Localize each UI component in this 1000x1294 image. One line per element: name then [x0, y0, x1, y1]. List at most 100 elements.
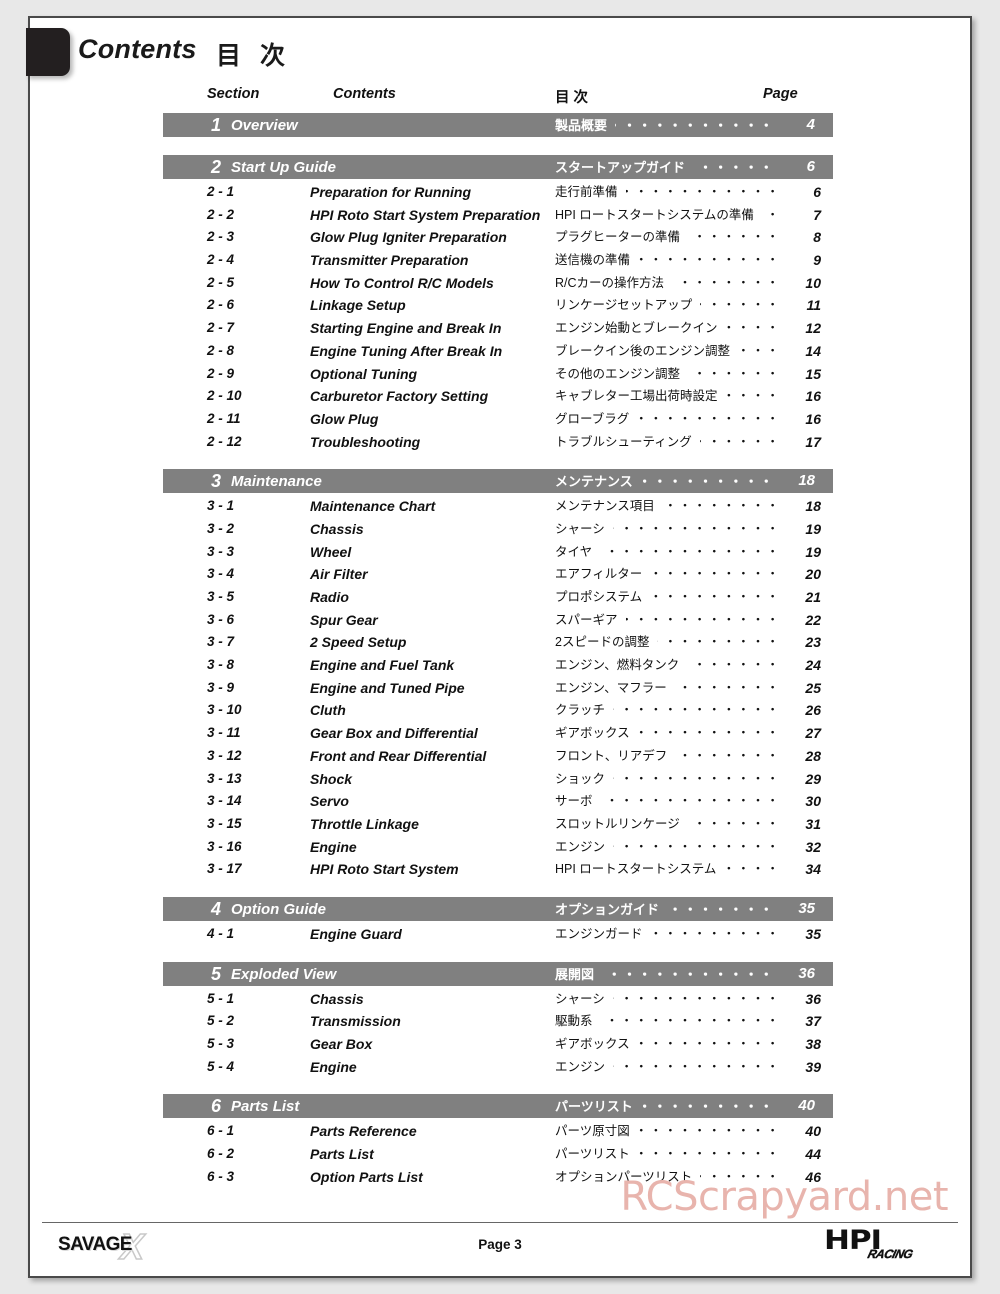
- entry-title: Maintenance Chart: [310, 498, 436, 515]
- toc-entry-row[interactable]: 3 - 17 HPI Roto Start System HPI ロートスタートシス…: [163, 858, 833, 881]
- entry-title: Cluth: [310, 702, 346, 719]
- hpi-racing-logo: HPI RACING: [824, 1225, 944, 1263]
- toc-entry-row[interactable]: 3 - 9 Engine and Tuned Pipe エンジン、マフラー ・・・・・…: [163, 677, 833, 700]
- section-header-row[interactable]: 6 Parts List パーツリスト・・・・・・・・・・・・・・・・・・・・・・・…: [163, 1094, 833, 1119]
- toc-entry-row[interactable]: 3 - 3 Wheel タイヤ・・・・・・・・・・・・・・・・・・・・・・・・・・・…: [163, 541, 833, 564]
- racing-wordmark: RACING: [866, 1247, 915, 1261]
- toc-entry-row[interactable]: 2 - 8 Engine Tuning After Break In ブレークイン後…: [163, 340, 833, 363]
- toc-entry-row[interactable]: 3 - 10 Cluth クラッチ・・・・・・・・・・・・・・・・・・・・・・・・・…: [163, 699, 833, 722]
- entry-number: 5 - 1: [207, 990, 235, 1006]
- entry-page-number: 24: [805, 657, 821, 674]
- toc-entry-row[interactable]: 5 - 4 Engine エンジン・・・・・・・・・・・・・・・・・・・・・・・・・…: [163, 1056, 833, 1079]
- entry-title-japanese: スロットルリンケージ: [555, 816, 680, 831]
- toc-entry-row[interactable]: 3 - 5 Radio プロポシステム・・・・・・・・・・・・・・・・・・・・・・・…: [163, 586, 833, 609]
- toc-entry-row[interactable]: 3 - 16 Engine エンジン・・・・・・・・・・・・・・・・・・・・・・・・…: [163, 836, 833, 859]
- toc-entry-row[interactable]: 3 - 14 Servo サーボ・・・・・・・・・・・・・・・・・・・・・・・・・・…: [163, 790, 833, 813]
- toc-entry-row[interactable]: 6 - 2 Parts List パーツリスト・・・・・・・・・・・・・・・・・・・…: [163, 1143, 833, 1166]
- section-header-row[interactable]: 1 Overview 製品概要・・・・・・・・・・・・・・・・・・・・・・・・・・・…: [163, 113, 833, 137]
- entry-page-number: 6: [813, 184, 821, 200]
- toc-entry-row[interactable]: 6 - 1 Parts Reference パーツ原寸図・・・・・・・・・・・・・・…: [163, 1120, 833, 1143]
- entry-title-japanese: 走行前準備: [555, 185, 618, 199]
- entry-page-number: 11: [806, 297, 821, 314]
- toc-entry-row[interactable]: 3 - 13 Shock ショック・・・・・・・・・・・・・・・・・・・・・・・・・…: [163, 768, 833, 791]
- toc-entry-row[interactable]: 6 - 3 Option Parts List オプションパーツリスト・・・・・・・…: [163, 1166, 833, 1189]
- toc-entry-row[interactable]: 2 - 2 HPI Roto Start System Preparation HP…: [163, 204, 833, 227]
- section-header-row[interactable]: 2 Start Up Guide スタートアップガイド・・・・・・・・・・・・・・・…: [163, 155, 833, 179]
- section-title-japanese: 展開図: [555, 966, 595, 982]
- dot-leader: ・・・・・・・・・・・・・・・・・・・・・・・・・・・・・・・・・・・・・・・・: [600, 544, 781, 559]
- entry-title: Throttle Linkage: [310, 815, 419, 832]
- toc-entry-row[interactable]: 3 - 6 Spur Gear スパーギア・・・・・・・・・・・・・・・・・・・・・…: [163, 609, 833, 632]
- toc-entry-row[interactable]: 2 - 11 Glow Plug グローブラグ・・・・・・・・・・・・・・・・・・・…: [163, 408, 833, 431]
- toc-entry-row[interactable]: 2 - 3 Glow Plug Igniter Preparation プラグヒータ…: [163, 226, 833, 249]
- entry-number: 2 - 3: [207, 229, 235, 245]
- dot-leader: ・・・・・・・・・・・・・・・・・・・・・・・・・・・・・・・・・・・・・・・・: [687, 658, 781, 673]
- entry-number: 3 - 9: [207, 679, 235, 695]
- entry-title: Servo: [310, 793, 349, 810]
- entry-title: Shock: [310, 770, 353, 787]
- entry-title: Engine and Tuned Pipe: [310, 679, 465, 696]
- entry-page-number: 46: [805, 1168, 821, 1185]
- toc-entry-row[interactable]: 2 - 4 Transmitter Preparation 送信機の準備 ・・・・・・…: [163, 249, 833, 272]
- entry-title: Parts List: [310, 1146, 374, 1163]
- toc-entry-row[interactable]: 2 - 1 Preparation for Running 走行前準備 ・・・・・・・…: [163, 181, 833, 204]
- dot-leader: ・・・・・・・・・・・・・・・・・・・・・・・・・・・・・・・・・・・・・・・・: [613, 839, 781, 854]
- toc-entry-row[interactable]: 4 - 1 Engine Guard エンジンガード・・・・・・・・・・・・・・・・…: [163, 923, 833, 946]
- entry-number: 6 - 3: [207, 1168, 235, 1184]
- entry-title-japanese: ブレークイン後のエンジン調整: [555, 343, 731, 358]
- entry-title: Engine Guard: [310, 925, 402, 942]
- dot-leader: ・・・・・・・・・・・・・・・・・・・・・・・・・・・・・・・・・・・・・・・・: [637, 411, 781, 426]
- section-title: Option Guide: [231, 900, 326, 918]
- entry-title: Spur Gear: [310, 611, 378, 628]
- entry-number: 3 - 6: [207, 611, 235, 627]
- toc-entry-row[interactable]: 3 - 2 Chassis シャーシ・・・・・・・・・・・・・・・・・・・・・・・・…: [163, 518, 833, 541]
- entry-title-japanese: クラッチ: [555, 703, 606, 718]
- section-header-row[interactable]: 4 Option Guide オプションガイド・・・・・・・・・・・・・・・・・・・…: [163, 896, 833, 921]
- toc-entry-row[interactable]: 3 - 4 Air Filter エアフィルター・・・・・・・・・・・・・・・・・・…: [163, 563, 833, 586]
- toc-entry-row[interactable]: 3 - 8 Engine and Fuel Tank エンジン、燃料タンク ・・・・・…: [163, 654, 833, 677]
- dot-leader: ・・・・・・・・・・・・・・・・・・・・・・・・・・・・・・・・・・・・・・・・: [738, 343, 781, 358]
- entry-page-number: 16: [805, 410, 821, 427]
- entry-page-number: 25: [805, 679, 821, 696]
- entry-title-japanese: R/Cカーの操作方法: [555, 275, 665, 290]
- entry-number: 5 - 4: [207, 1058, 235, 1074]
- toc-entry-row[interactable]: 2 - 7 Starting Engine and Break In エンジン始動と…: [163, 317, 833, 340]
- toc-entry-row[interactable]: 5 - 3 Gear Box ギアボックス・・・・・・・・・・・・・・・・・・・・・…: [163, 1033, 833, 1056]
- entry-page-number: 10: [805, 274, 821, 291]
- toc-entry-row[interactable]: 2 - 10 Carburetor Factory Setting キャブレター工場…: [163, 385, 833, 408]
- entry-number: 3 - 12: [207, 747, 242, 763]
- entry-title: Engine: [310, 1058, 357, 1075]
- section-page-number: 35: [798, 899, 815, 917]
- toc-entry-row[interactable]: 2 - 12 Troubleshooting トラブルシューティング・・・・・・・・…: [163, 431, 833, 454]
- entry-number: 2 - 11: [207, 410, 241, 426]
- dot-leader: ・・・・・・・・・・・・・・・・・・・・・・・・・・・・・・・・・・・・・・・・: [700, 1169, 781, 1184]
- entry-page-number: 8: [813, 229, 821, 246]
- toc-entry-row[interactable]: 3 - 7 2 Speed Setup 2スピードの調整・・・・・・・・・・・・・・…: [163, 631, 833, 654]
- entry-title-japanese: HPI ロートスタートシステム: [555, 862, 717, 877]
- toc-entry-row[interactable]: 3 - 15 Throttle Linkage スロットルリンケージ・・・・・・・・…: [163, 813, 833, 836]
- entry-title-japanese: エンジン、燃料タンク: [555, 658, 680, 673]
- toc-entry-row[interactable]: 3 - 12 Front and Rear Differential フロント、リア…: [163, 745, 833, 768]
- toc-entry-row[interactable]: 5 - 2 Transmission 駆動系・・・・・・・・・・・・・・・・・・・・…: [163, 1010, 833, 1033]
- toc-entry-row[interactable]: 2 - 9 Optional Tuning その他のエンジン調整・・・・・・・・・・…: [163, 363, 833, 386]
- section-number: 2: [210, 157, 221, 177]
- entry-page-number: 36: [805, 990, 821, 1007]
- entry-number: 2 - 7: [207, 320, 235, 336]
- toc-entry-row[interactable]: 2 - 5 How To Control R/C Models R/Cカーの操作方法…: [163, 272, 833, 295]
- section-header-row[interactable]: 3 Maintenance メンテナンス・・・・・・・・・・・・・・・・・・・・・・…: [163, 469, 833, 494]
- toc-entry-row[interactable]: 3 - 1 Maintenance Chart メンテナンス項目・・・・・・・・・・…: [163, 495, 833, 518]
- toc-entry-row[interactable]: 2 - 6 Linkage Setup リンケージセットアップ・・・・・・・・・・・…: [163, 294, 833, 317]
- dot-leader: ・・・・・・・・・・・・・・・・・・・・・・・・・・・・・・・・・・・・・・・・: [613, 771, 781, 786]
- toc-entry-row[interactable]: 3 - 11 Gear Box and Differential ギアボックス ・・・…: [163, 722, 833, 745]
- entry-number: 2 - 2: [207, 206, 235, 222]
- entry-title-japanese: エンジン: [555, 839, 606, 854]
- entry-title-japanese: トラブルシューティング: [555, 434, 692, 449]
- table-of-contents: Section Contents 目 次 Page 1 Overview 製品概要・…: [163, 82, 833, 1188]
- entry-title: Chassis: [310, 990, 364, 1007]
- dot-leader: ・・・・・・・・・・・・・・・・・・・・・・・・・・・・・・・・・・・・・・・・: [641, 1099, 775, 1115]
- entry-number: 3 - 5: [207, 589, 235, 604]
- toc-entry-row[interactable]: 5 - 1 Chassis シャーシ・・・・・・・・・・・・・・・・・・・・・・・・…: [163, 988, 833, 1011]
- section-header-row[interactable]: 5 Exploded View 展開図・・・・・・・・・・・・・・・・・・・・・・・…: [163, 961, 833, 986]
- entry-title-japanese: スパーギア: [555, 612, 618, 627]
